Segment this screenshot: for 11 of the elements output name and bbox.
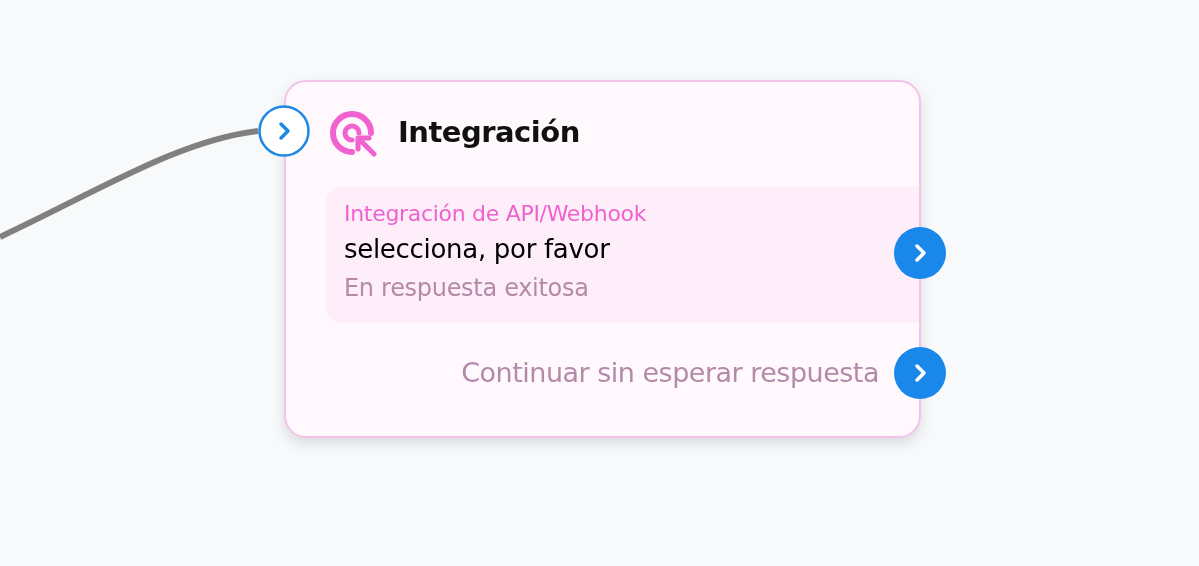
outcome-label: En respuesta exitosa xyxy=(344,273,590,304)
input-handle-icon[interactable] xyxy=(258,105,310,157)
target-cursor-icon xyxy=(330,109,378,157)
action-value: selecciona, por favor xyxy=(344,233,611,266)
action-label: Integración de API/Webhook xyxy=(344,200,648,228)
node-card[interactable]: Integración Integración de API/Webhook selecciona, por favor En respuesta exitosa Continuar sin esperar respuesta xyxy=(284,80,921,438)
output-handle-icon[interactable] xyxy=(894,347,946,399)
node-title: Integración xyxy=(398,114,580,152)
output-handle-icon[interactable] xyxy=(894,227,946,279)
action-panel[interactable]: Integración de API/Webhook selecciona, por favor En respuesta exitosa xyxy=(326,186,919,323)
fallback-label: Continuar sin esperar respuesta xyxy=(461,357,879,388)
